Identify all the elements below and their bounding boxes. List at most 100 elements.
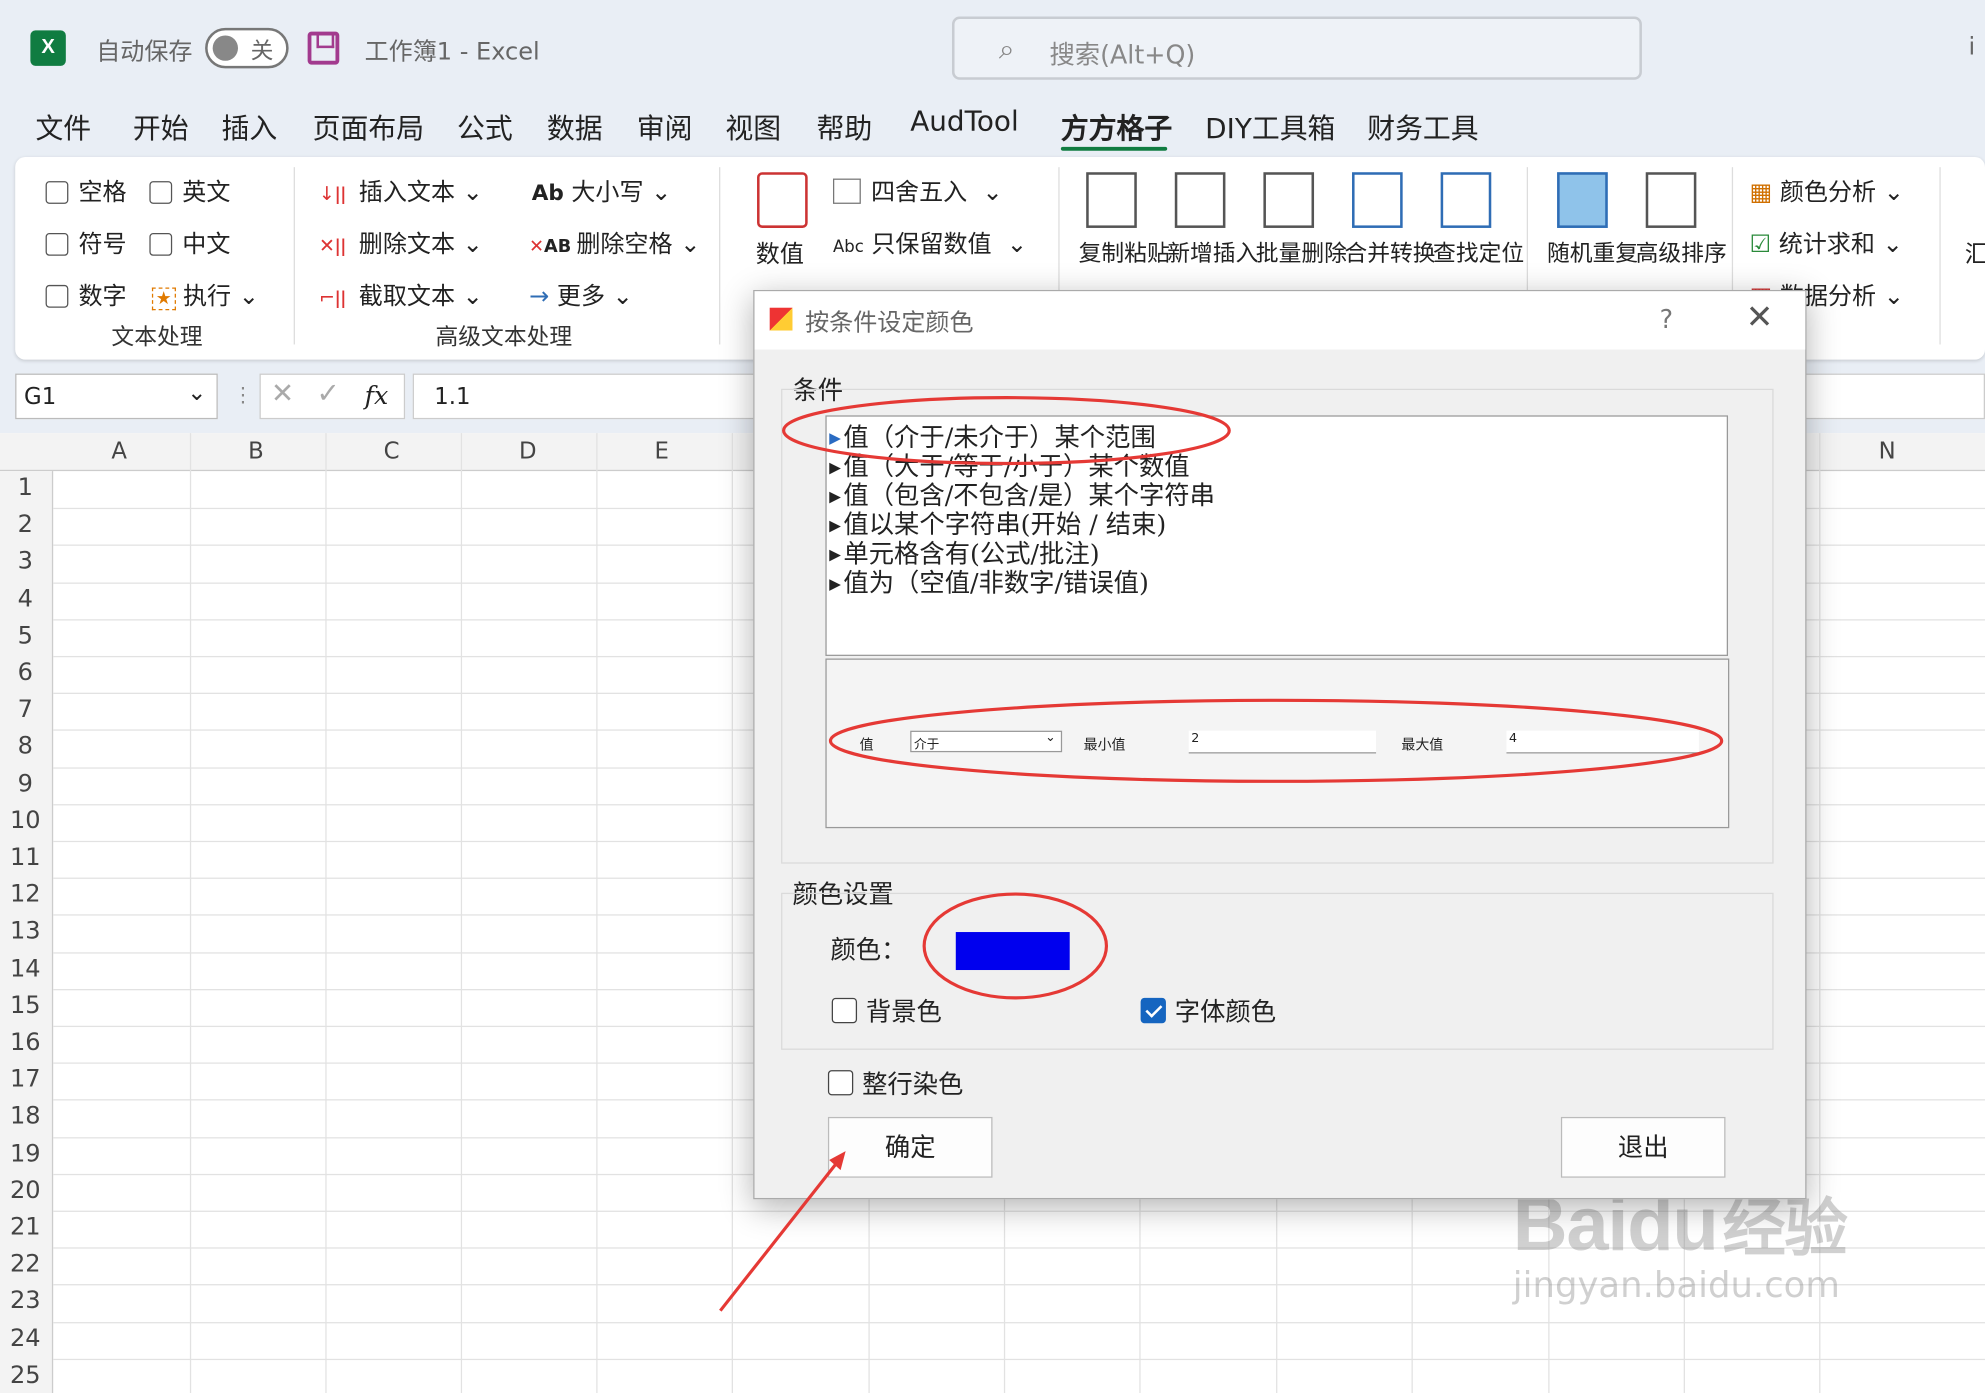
execute-button[interactable]: ★ 执行 ⌄: [151, 277, 259, 311]
check-english[interactable]: 英文: [149, 173, 230, 207]
tab-data[interactable]: 数据: [547, 106, 603, 147]
row-number[interactable]: 19: [0, 1139, 51, 1167]
row-number[interactable]: 23: [0, 1287, 51, 1315]
tab-audtool[interactable]: AudTool: [910, 106, 1018, 138]
execute-icon: ★: [151, 287, 176, 311]
row-number[interactable]: 24: [0, 1324, 51, 1352]
row-number[interactable]: 25: [0, 1361, 51, 1389]
search-box[interactable]: ⌕ 搜索(Alt+Q): [951, 16, 1642, 80]
tab-file[interactable]: 文件: [35, 106, 91, 147]
column-header-e[interactable]: E: [654, 438, 668, 465]
tab-home[interactable]: 开始: [133, 106, 189, 147]
batch-delete-button[interactable]: 批量删除: [1256, 236, 1347, 269]
check-chinese[interactable]: 中文: [149, 225, 230, 259]
keep-value-button[interactable]: Abc 只保留数值 ⌄: [833, 225, 1027, 259]
random-repeat-button[interactable]: 随机重复: [1547, 236, 1638, 269]
check-space[interactable]: 空格: [45, 173, 127, 207]
find-locate-button[interactable]: 查找定位: [1433, 236, 1524, 269]
row-number[interactable]: 10: [0, 806, 51, 834]
font-color-label: 字体颜色: [1174, 996, 1277, 1028]
stat-sum-button[interactable]: ☑ 统计求和 ⌄: [1750, 225, 1903, 259]
batch-delete-icon: [1263, 172, 1315, 228]
check-number[interactable]: 数字: [45, 277, 127, 311]
advanced-sort-icon: [1645, 172, 1697, 228]
tab-formulas[interactable]: 公式: [457, 106, 513, 147]
account-text: i: [1968, 32, 1976, 61]
case-button[interactable]: Ab 大小写 ⌄: [532, 173, 672, 207]
column-header-n[interactable]: N: [1879, 438, 1896, 465]
row-number[interactable]: 5: [0, 622, 51, 650]
save-icon[interactable]: [307, 31, 340, 65]
color-swatch[interactable]: [955, 932, 1070, 971]
range-mode-value: 介于: [914, 738, 940, 753]
delete-space-button[interactable]: ✕AB 删除空格 ⌄: [529, 225, 700, 259]
check-symbol[interactable]: 符号: [45, 225, 127, 259]
tab-review[interactable]: 审阅: [637, 106, 693, 147]
tab-page-layout[interactable]: 页面布局: [313, 106, 424, 147]
row-number[interactable]: 3: [0, 548, 51, 576]
case-icon: Ab: [531, 181, 564, 207]
row-number[interactable]: 15: [0, 991, 51, 1019]
min-value-input[interactable]: 2: [1188, 730, 1377, 754]
row-number[interactable]: 16: [0, 1028, 51, 1056]
insert-rows-button[interactable]: 新增插入: [1167, 236, 1258, 269]
more-button[interactable]: → 更多 ⌄: [529, 277, 633, 311]
row-number[interactable]: 17: [0, 1065, 51, 1093]
row-number[interactable]: 13: [0, 917, 51, 945]
insert-function-icon[interactable]: fx: [365, 380, 389, 410]
column-header-a[interactable]: A: [111, 438, 127, 465]
cut-text-button[interactable]: ⌐ǀǀ 截取文本 ⌄: [319, 277, 483, 311]
column-header-b[interactable]: B: [248, 438, 264, 465]
row-number[interactable]: 21: [0, 1213, 51, 1241]
row-number[interactable]: 20: [0, 1176, 51, 1204]
condition-list[interactable]: ▶ 值（介于/未介于）某个范围 ▶ 值（大于/等于/小于）某个数值 ▶ 值（包含/不包…: [825, 415, 1729, 656]
numeric-button[interactable]: 数值: [756, 236, 804, 270]
random-repeat-icon: [1557, 172, 1608, 228]
merge-convert-button[interactable]: 合并转换: [1344, 236, 1435, 269]
row-number[interactable]: 4: [0, 585, 51, 613]
tab-insert[interactable]: 插入: [222, 106, 278, 147]
exit-button[interactable]: 退出: [1560, 1116, 1726, 1178]
range-mode-select[interactable]: 介于 ⌄: [910, 730, 1063, 753]
font-color-checkbox[interactable]: [1140, 997, 1166, 1024]
condition-item[interactable]: ▶ 值为（空值/非数字/错误值): [829, 562, 1149, 599]
confirm-icon[interactable]: ✓: [316, 379, 339, 411]
ok-button[interactable]: 确定: [827, 1116, 993, 1178]
round-button[interactable]: 四舍五入 ⌄: [832, 173, 1003, 207]
help-icon[interactable]: ?: [1660, 304, 1673, 334]
row-number[interactable]: 18: [0, 1102, 51, 1130]
whole-row-checkbox[interactable]: [827, 1070, 854, 1096]
background-checkbox[interactable]: [831, 997, 858, 1024]
color-analysis-button[interactable]: ▦ 颜色分析 ⌄: [1750, 173, 1904, 207]
column-header-c[interactable]: C: [384, 438, 400, 465]
advanced-sort-button[interactable]: 高级排序: [1636, 236, 1727, 269]
row-number[interactable]: 1: [0, 474, 51, 502]
summary-button[interactable]: 汇: [1965, 236, 1985, 270]
row-number[interactable]: 9: [0, 769, 51, 797]
keep-value-label: 只保留数值: [871, 230, 992, 259]
copy-paste-button[interactable]: 复制粘贴: [1079, 236, 1170, 269]
column-header-d[interactable]: D: [519, 438, 537, 465]
cancel-icon[interactable]: ✕: [271, 379, 294, 411]
tab-help[interactable]: 帮助: [817, 106, 873, 147]
max-value-input[interactable]: 4: [1506, 730, 1699, 754]
tab-fangfanggezi[interactable]: 方方格子: [1061, 106, 1172, 147]
delete-text-button[interactable]: ✕ǀǀ 删除文本 ⌄: [319, 225, 483, 259]
tab-finance-tools[interactable]: 财务工具: [1367, 106, 1478, 147]
row-number[interactable]: 2: [0, 511, 51, 539]
insert-text-button[interactable]: ↓ǀǀ 插入文本 ⌄: [319, 173, 483, 207]
row-number[interactable]: 6: [0, 659, 51, 687]
row-number[interactable]: 22: [0, 1250, 51, 1278]
check-english-label: 英文: [182, 178, 231, 207]
close-icon[interactable]: ✕: [1746, 299, 1774, 337]
name-box[interactable]: G1 ⌄: [15, 373, 218, 420]
tab-view[interactable]: 视图: [725, 106, 781, 147]
row-number[interactable]: 14: [0, 954, 51, 982]
row-number[interactable]: 8: [0, 732, 51, 760]
autosave-toggle[interactable]: 关: [205, 27, 289, 69]
tab-diy-toolbox[interactable]: DIY工具箱: [1205, 106, 1335, 147]
row-number[interactable]: 12: [0, 880, 51, 908]
row-number[interactable]: 7: [0, 695, 51, 723]
row-number[interactable]: 11: [0, 843, 51, 871]
checkbox-icon: [149, 233, 173, 256]
